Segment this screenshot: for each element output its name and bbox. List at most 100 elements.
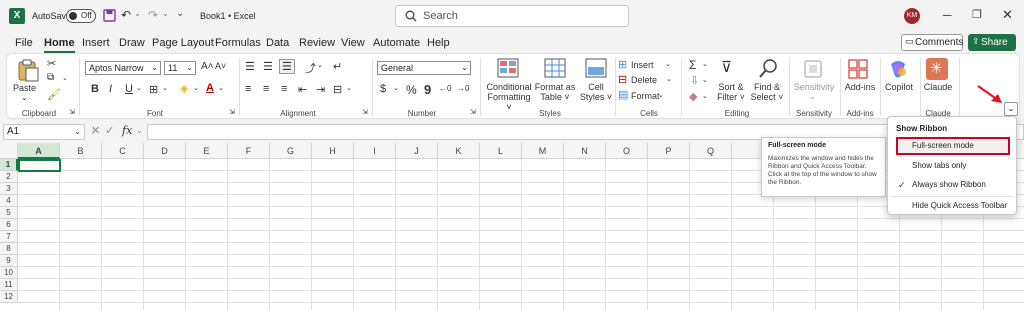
format-painter-icon[interactable]: 🖌 (47, 88, 61, 101)
underline-button[interactable]: U (125, 83, 133, 95)
undo-dropdown-icon[interactable]: ⌄ (134, 9, 141, 18)
column-header[interactable]: O (606, 143, 648, 159)
column-header[interactable]: Q (690, 143, 732, 159)
menu-item-always-show-ribbon[interactable]: ✓ Always show Ribbon (896, 176, 1010, 194)
cell-styles-icon[interactable] (585, 58, 607, 78)
copilot-button[interactable]: Copilot (881, 82, 917, 92)
tab-data[interactable]: Data (266, 37, 289, 49)
orientation-dropdown-icon[interactable]: ⌄ (317, 61, 323, 69)
sensitivity-icon[interactable] (802, 58, 824, 80)
ribbon-display-options-button[interactable]: ⌄ (1004, 102, 1018, 116)
menu-item-full-screen-mode[interactable]: Full-screen mode (896, 137, 1010, 155)
autosave-toggle[interactable]: Off (66, 9, 96, 23)
cell-styles-line2[interactable]: Styles ˅ (574, 92, 618, 102)
insert-dropdown-icon[interactable]: ⌄ (665, 60, 671, 68)
row-header[interactable]: 11 (0, 279, 18, 291)
borders-icon[interactable]: ⊞ (149, 83, 158, 96)
row-header[interactable]: 4 (0, 195, 18, 207)
row-header[interactable]: 9 (0, 255, 18, 267)
sensitivity-dropdown-icon[interactable]: ⌄ (809, 92, 816, 102)
underline-dropdown-icon[interactable]: ⌄ (136, 84, 142, 92)
conditional-formatting-line1[interactable]: Conditional (484, 82, 534, 92)
name-box[interactable]: A1 ⌄ (3, 124, 85, 140)
increase-decimal-icon[interactable]: ←0 (439, 84, 451, 93)
format-cells-icon[interactable]: ▤ (618, 88, 628, 101)
font-launcher-icon[interactable]: ⇲ (229, 108, 235, 116)
format-as-table-line1[interactable]: Format as (533, 82, 577, 92)
claude-icon[interactable]: ✳ (926, 58, 948, 80)
column-header[interactable]: K (438, 143, 480, 159)
clipboard-launcher-icon[interactable]: ⇲ (69, 108, 75, 116)
wrap-text-icon[interactable]: ↵ (333, 60, 342, 73)
font-size-box[interactable]: 11 ⌄ (164, 61, 196, 75)
customize-qat-icon[interactable]: ⌄ (176, 8, 184, 19)
tab-draw[interactable]: Draw (119, 37, 145, 49)
tab-home[interactable]: Home (44, 37, 75, 53)
menu-item-hide-quick-access-toolbar[interactable]: Hide Quick Access Toolbar (896, 197, 1010, 215)
column-header[interactable]: G (270, 143, 312, 159)
decrease-indent-icon[interactable]: ⇤ (298, 83, 307, 96)
accounting-dropdown-icon[interactable]: ⌄ (393, 84, 399, 92)
conditional-formatting-icon[interactable] (497, 58, 519, 78)
align-center-icon[interactable]: ≡ (263, 83, 269, 95)
bold-button[interactable]: B (91, 83, 99, 95)
orientation-icon[interactable]: ⤴ (305, 60, 316, 76)
copilot-icon[interactable] (887, 58, 909, 80)
sensitivity-button[interactable]: Sensitivity (789, 82, 839, 92)
align-right-icon[interactable]: ≡ (281, 83, 287, 95)
cell-styles-line1[interactable]: Cell (574, 82, 618, 92)
cut-icon[interactable]: ✂ (47, 57, 56, 70)
column-header[interactable]: M (522, 143, 564, 159)
column-header[interactable]: I (354, 143, 396, 159)
tab-view[interactable]: View (341, 37, 365, 49)
merge-dropdown-icon[interactable]: ⌄ (346, 84, 352, 92)
confirm-entry-icon[interactable]: ✓ (105, 124, 114, 137)
accounting-format-icon[interactable]: $ (380, 83, 386, 95)
number-launcher-icon[interactable]: ⇲ (470, 108, 476, 116)
paste-dropdown-icon[interactable]: ⌄ (21, 93, 28, 103)
active-cell-A1[interactable] (18, 159, 61, 172)
column-header[interactable]: J (396, 143, 438, 159)
redo-dropdown-icon[interactable]: ⌄ (162, 9, 169, 18)
column-header[interactable]: E (186, 143, 228, 159)
column-header[interactable]: D (144, 143, 186, 159)
undo-icon[interactable]: ↶ (121, 8, 131, 22)
claude-button[interactable]: Claude (920, 82, 956, 92)
font-name-box[interactable]: Aptos Narrow ⌄ (85, 61, 161, 75)
italic-button[interactable]: I (109, 83, 112, 95)
sort-filter-line2[interactable]: Filter ˅ (711, 92, 751, 102)
font-color-icon[interactable]: A (206, 82, 214, 94)
tab-insert[interactable]: Insert (82, 37, 110, 49)
align-left-icon[interactable]: ≡ (245, 83, 251, 95)
tab-file[interactable]: File (15, 37, 33, 49)
save-icon[interactable] (103, 9, 116, 22)
row-header[interactable]: 8 (0, 243, 18, 255)
close-icon[interactable]: ✕ (1002, 7, 1013, 23)
select-all-corner[interactable] (0, 143, 18, 159)
find-select-icon[interactable] (757, 58, 779, 80)
format-dropdown-icon[interactable]: ⌄ (658, 91, 664, 99)
column-header[interactable]: L (480, 143, 522, 159)
column-header[interactable]: B (60, 143, 102, 159)
comma-style-button[interactable]: 9 (424, 82, 431, 97)
format-as-table-icon[interactable] (544, 58, 566, 78)
grow-font-icon[interactable]: A˄ (201, 61, 214, 72)
row-header[interactable]: 5 (0, 207, 18, 219)
format-label[interactable]: Format (631, 91, 660, 101)
add-ins-button[interactable]: Add-ins (841, 82, 879, 92)
column-header[interactable]: N (564, 143, 606, 159)
decrease-decimal-icon[interactable]: →0 (457, 84, 469, 93)
row-header[interactable]: 2 (0, 171, 18, 183)
redo-icon[interactable]: ↷ (148, 8, 158, 22)
fill-icon[interactable]: ⇩ (690, 74, 699, 87)
merge-center-icon[interactable]: ⊟ (333, 83, 342, 96)
fill-color-icon[interactable]: ◈ (180, 82, 188, 95)
tab-automate[interactable]: Automate (373, 37, 420, 49)
middle-align-icon[interactable]: ☰ (263, 60, 273, 73)
find-select-line2[interactable]: Select ˅ (747, 92, 787, 102)
paste-icon[interactable] (17, 58, 39, 82)
row-header[interactable]: 3 (0, 183, 18, 195)
tab-help[interactable]: Help (427, 37, 450, 49)
search-box[interactable]: Search (395, 5, 629, 27)
column-header[interactable]: A (18, 143, 60, 159)
